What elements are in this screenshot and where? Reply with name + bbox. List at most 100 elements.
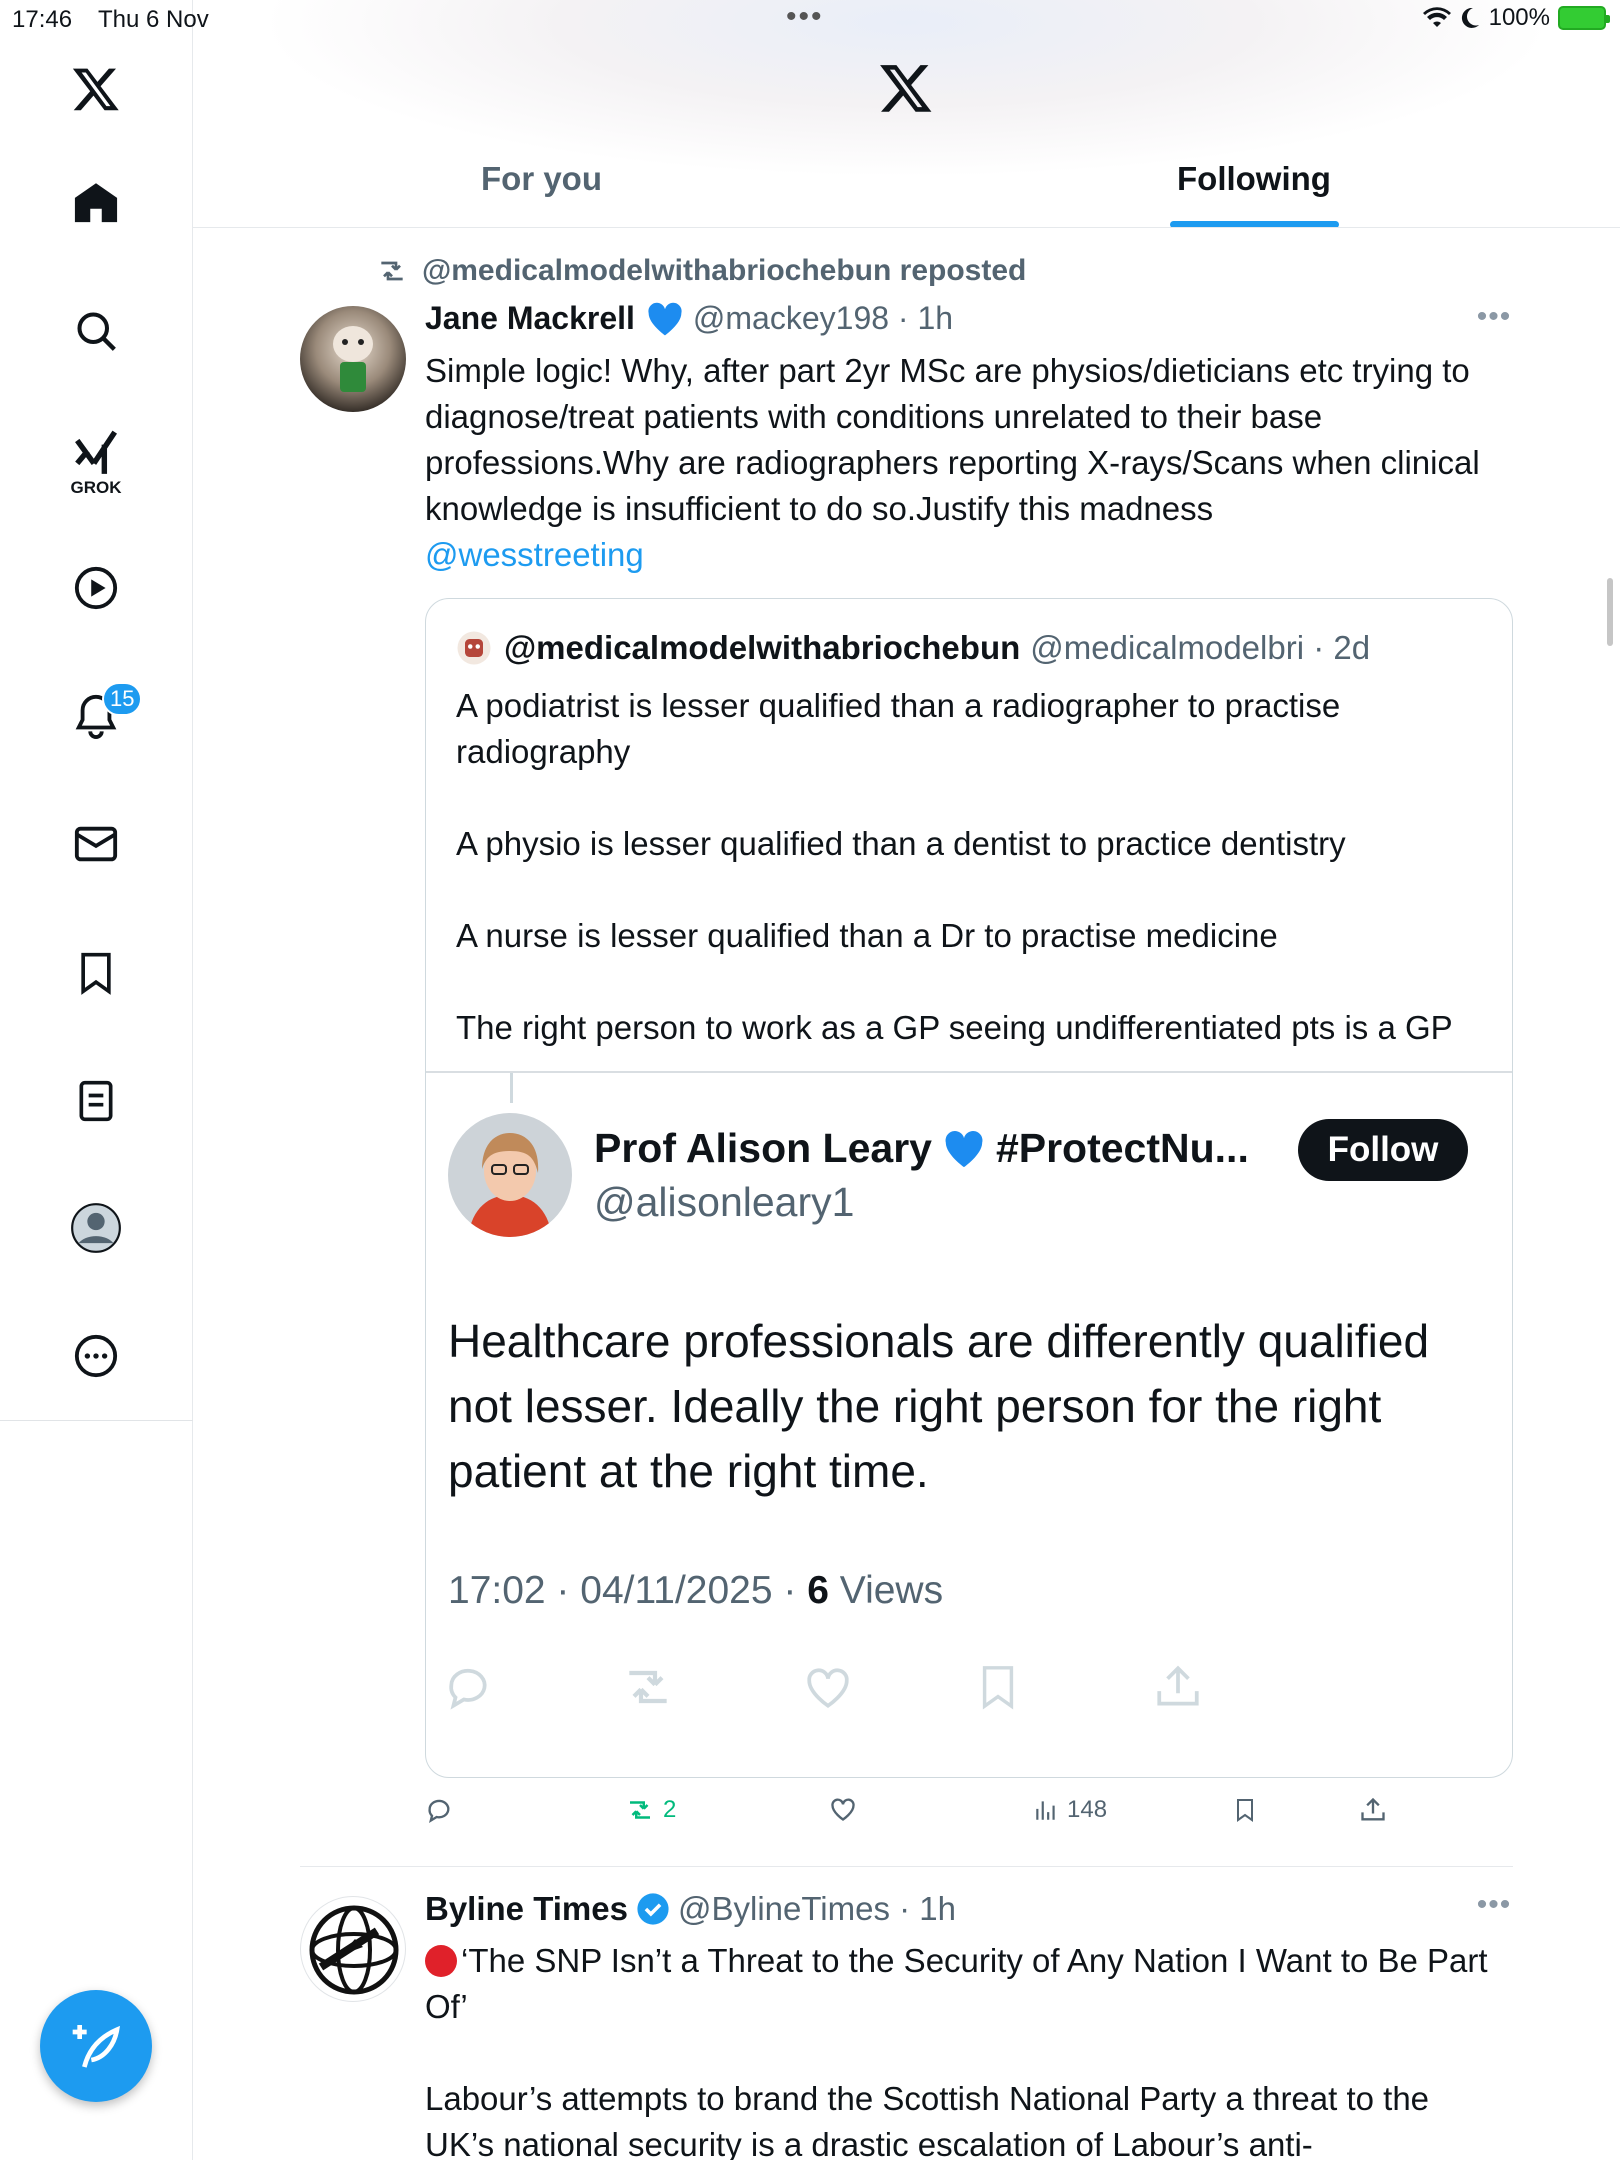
red-circle-emoji-icon: [425, 1945, 457, 1977]
quoted-post-header: @medicalmodelwithabriochebun @medicalmod…: [456, 629, 1370, 667]
embedded-author-handle: @alisonleary1: [594, 1179, 855, 1225]
repost-button[interactable]: 2: [625, 1796, 676, 1824]
tab-for-you[interactable]: For you: [481, 160, 602, 198]
grok-label: GROK: [70, 478, 122, 497]
follow-button: Follow: [1298, 1119, 1468, 1181]
embedded-timestamp: 17:02 · 04/11/2025 ·: [448, 1569, 808, 1612]
messages-envelope-icon[interactable]: [65, 813, 127, 875]
verified-badge-icon: [637, 1893, 669, 1925]
post-author-name[interactable]: Jane Mackrell: [425, 300, 635, 337]
embedded-post-text: Healthcare professionals are differently…: [448, 1315, 1430, 1497]
post2-headline: ‘The SNP Isn’t a Threat to the Security …: [425, 1942, 1488, 2025]
reply-button[interactable]: [425, 1796, 453, 1824]
moon-icon: [1461, 7, 1479, 28]
views-chart-icon: [1036, 1801, 1055, 1820]
status-bar: 17:46 Thu 6 Nov ••• 100%: [0, 0, 1620, 40]
compose-feather-icon: [72, 2025, 121, 2068]
repost-icon: [620, 1659, 676, 1715]
quoted-author-avatar-icon: [457, 631, 491, 665]
embedded-views-label: Views: [828, 1569, 944, 1612]
embedded-author-avatar: [448, 1113, 572, 1237]
quoted-media-divider: [426, 1071, 1512, 1073]
like-heart-icon: [800, 1659, 856, 1715]
sidebar: GROK 15: [0, 0, 193, 2160]
share-icon: [1150, 1659, 1206, 1715]
tab-following[interactable]: Following: [1177, 160, 1331, 198]
post-body: Simple logic! Why, after part 2yr MSc ar…: [425, 348, 1505, 578]
post-author-handle-time: @mackey198 · 1h: [692, 300, 954, 336]
post-action-bar: 2 148: [425, 1796, 1425, 1836]
bookmark-icon: [970, 1659, 1026, 1715]
battery-icon: [1558, 6, 1610, 30]
post2-headline-row: ‘The SNP Isn’t a Threat to the Security …: [425, 1938, 1505, 2030]
bookmark-icon: [1237, 1799, 1253, 1822]
post2-author-row: Byline Times @BylineTimes · 1h: [425, 1890, 956, 1928]
status-date: Thu 6 Nov: [98, 6, 209, 33]
quoted-post-text: A podiatrist is lesser qualified than a …: [456, 683, 1496, 1051]
repost-count: 2: [663, 1796, 677, 1823]
embedded-post-meta: 17:02 · 04/11/2025 · 6 Views: [448, 1569, 943, 1613]
byline-times-avatar[interactable]: [300, 1896, 406, 2002]
embedded-views-count: 6: [807, 1569, 829, 1612]
post2-author-handle-time: @BylineTimes · 1h: [677, 1890, 957, 1927]
blue-heart-icon: [945, 1130, 983, 1167]
quoted-author-handle-time: @medicalmodelbri · 2d: [1030, 629, 1371, 666]
share-button[interactable]: [1359, 1796, 1387, 1824]
wifi-icon: [1422, 7, 1451, 28]
thread-connector: [510, 1073, 513, 1103]
quoted-paragraph: A physio is lesser qualified than a dent…: [456, 825, 1346, 862]
bookmark-button[interactable]: [1233, 1796, 1257, 1824]
x-logo-center-icon[interactable]: [878, 60, 938, 120]
search-icon[interactable]: [65, 300, 127, 362]
quoted-paragraph: A podiatrist is lesser qualified than a …: [456, 687, 1341, 770]
post-author-row: Jane Mackrell @mackey198 · 1h: [425, 300, 953, 337]
post-separator: [300, 1866, 1513, 1867]
notifications-badge: 15: [102, 682, 143, 716]
post-mention-link[interactable]: @wesstreeting: [425, 532, 1505, 578]
repost-icon: [630, 1801, 650, 1819]
repost-label: @medicalmodelwithabriochebun reposted: [422, 254, 1027, 287]
scrollbar[interactable]: [1607, 578, 1613, 646]
post2-more-options-icon[interactable]: •••: [1474, 1888, 1514, 1922]
quoted-author-name: @medicalmodelwithabriochebun: [504, 629, 1021, 666]
post-author-avatar[interactable]: [300, 306, 406, 412]
views-count: 148: [1067, 1796, 1108, 1823]
reply-icon: [440, 1659, 496, 1715]
status-indicators: 100%: [1422, 4, 1610, 32]
home-icon[interactable]: [65, 172, 127, 234]
grok-icon[interactable]: [65, 422, 127, 484]
embedded-author-name-row: Prof Alison Leary #ProtectNu...: [594, 1125, 1249, 1172]
more-options-icon[interactable]: [65, 1325, 127, 1387]
post2-author-name[interactable]: Byline Times: [425, 1890, 628, 1928]
embedded-action-bar: [426, 1659, 1512, 1719]
x-logo-icon[interactable]: [65, 58, 127, 120]
quoted-paragraph: The right person to work as a GP seeing …: [456, 1009, 1453, 1046]
compose-post-button[interactable]: [40, 1990, 152, 2102]
share-icon: [1361, 1797, 1385, 1821]
quoted-paragraph: A nurse is lesser qualified than a Dr to…: [456, 917, 1278, 954]
post-text: Simple logic! Why, after part 2yr MSc ar…: [425, 352, 1480, 527]
repost-indicator[interactable]: @medicalmodelwithabriochebun reposted: [376, 254, 1026, 288]
profile-avatar-icon[interactable]: [65, 1197, 127, 1259]
quoted-post-card[interactable]: @medicalmodelwithabriochebun @medicalmod…: [425, 598, 1513, 1778]
multitask-dots-icon[interactable]: •••: [786, 0, 824, 34]
post-more-options-icon[interactable]: •••: [1474, 300, 1514, 334]
sidebar-divider: [0, 1420, 193, 1421]
repost-icon: [381, 261, 403, 281]
like-button[interactable]: [829, 1796, 857, 1822]
bookmark-icon[interactable]: [65, 942, 127, 1004]
lists-icon[interactable]: [65, 1070, 127, 1132]
embedded-author-name: Prof Alison Leary: [594, 1125, 932, 1171]
status-time: 17:46: [12, 6, 73, 33]
reply-icon: [428, 1799, 450, 1823]
blue-heart-icon: [648, 302, 682, 335]
video-play-icon[interactable]: [65, 557, 127, 619]
header-divider: [193, 227, 1620, 228]
battery-percent: 100%: [1488, 4, 1550, 31]
app-root: 17:46 Thu 6 Nov ••• 100% GROK 15 For you…: [0, 0, 1620, 2160]
embedded-author-hashtag: #ProtectNu...: [995, 1125, 1249, 1171]
post2-body: ‘The SNP Isn’t a Threat to the Security …: [425, 1938, 1505, 2160]
views-button[interactable]: 148: [1033, 1796, 1107, 1824]
like-heart-icon: [831, 1798, 855, 1821]
post2-text: Labour’s attempts to brand the Scottish …: [425, 2080, 1430, 2160]
